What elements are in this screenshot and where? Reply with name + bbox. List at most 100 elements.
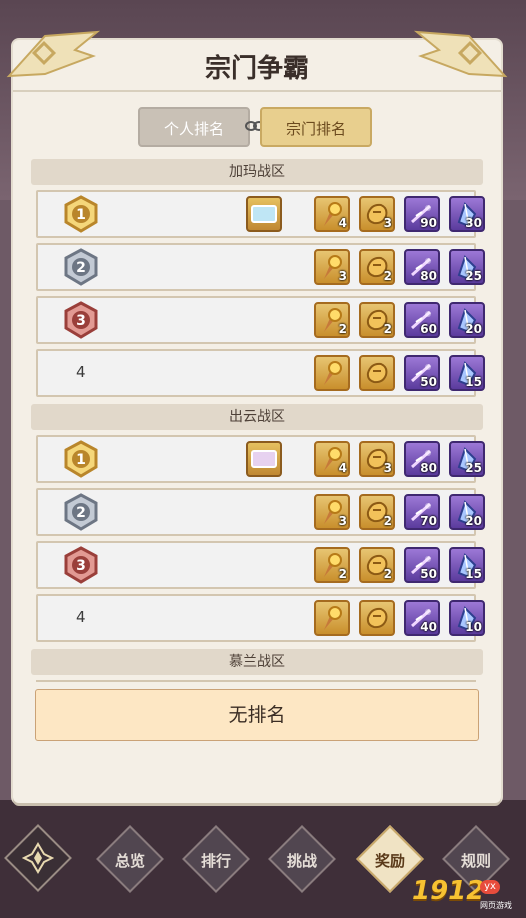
item-count: 3 (338, 269, 347, 283)
golden-fist-icon[interactable]: 2 (359, 547, 395, 583)
reward-row: 2 3 2 80 25 (36, 243, 485, 291)
avatar-frame-reward-icon[interactable] (246, 441, 282, 477)
golden-fist-icon[interactable] (359, 355, 395, 391)
golden-torch-icon[interactable]: 2 (314, 547, 350, 583)
nav-button[interactable]: 总览 (96, 825, 164, 893)
item-count: 25 (465, 461, 482, 475)
home-button[interactable] (0, 820, 76, 896)
nav-button-label: 总览 (114, 852, 145, 870)
blue-crystal-icon[interactable]: 25 (449, 441, 485, 477)
item-count: 15 (465, 567, 482, 581)
blue-crystal-icon[interactable]: 10 (449, 600, 485, 636)
purple-scroll-icon[interactable]: 50 (404, 547, 440, 583)
no-rank-bar: 无排名 (35, 689, 479, 741)
reward-row: 4 40 10 (36, 594, 485, 642)
tab-personal-ranking[interactable]: 个人排名 (138, 107, 250, 147)
nav-button-label: 规则 (460, 852, 491, 870)
item-count: 10 (465, 620, 482, 634)
item-count: 4 (338, 461, 347, 475)
purple-scroll-icon[interactable]: 80 (404, 249, 440, 285)
item-count: 2 (383, 567, 392, 581)
golden-torch-icon[interactable] (314, 600, 350, 636)
golden-fist-icon[interactable]: 2 (359, 249, 395, 285)
site-logo-badge: yx (480, 880, 500, 894)
item-count: 50 (420, 567, 437, 581)
item-count: 20 (465, 514, 482, 528)
item-count: 70 (420, 514, 437, 528)
purple-scroll-icon[interactable]: 90 (404, 196, 440, 232)
rank-number: 4 (76, 608, 86, 626)
golden-torch-icon[interactable]: 3 (314, 494, 350, 530)
golden-torch-icon[interactable] (314, 355, 350, 391)
golden-fist-icon[interactable]: 2 (359, 494, 395, 530)
zone-list-edge (36, 680, 476, 686)
reward-row: 2 3 2 70 20 (36, 488, 485, 536)
reward-row: 1 4 3 90 30 (36, 190, 485, 238)
site-logo-subtitle: 网页游戏 (480, 901, 512, 910)
golden-torch-icon[interactable]: 2 (314, 302, 350, 338)
blue-crystal-icon[interactable]: 25 (449, 249, 485, 285)
item-count: 60 (420, 322, 437, 336)
item-count: 40 (420, 620, 437, 634)
rank-number: 4 (76, 363, 86, 381)
item-count: 2 (383, 514, 392, 528)
purple-scroll-icon[interactable]: 80 (404, 441, 440, 477)
item-count: 4 (338, 216, 347, 230)
bronze-medal-icon: 3 (62, 301, 100, 339)
nav-button-label: 挑战 (286, 852, 317, 870)
nav-button[interactable]: 挑战 (268, 825, 336, 893)
item-count: 25 (465, 269, 482, 283)
item-count: 20 (465, 322, 482, 336)
blue-crystal-icon[interactable]: 20 (449, 302, 485, 338)
item-count: 2 (338, 567, 347, 581)
item-count: 80 (420, 461, 437, 475)
reward-panel: 宗门争霸 个人排名 宗门排名 加玛战区 1 4 3 90 30 2 3 2 80 25 3 … (6, 30, 508, 803)
golden-fist-icon[interactable]: 3 (359, 196, 395, 232)
nav-button-label: 排行 (200, 852, 231, 870)
purple-scroll-icon[interactable]: 40 (404, 600, 440, 636)
silver-medal-icon: 2 (62, 493, 100, 531)
item-count: 3 (383, 461, 392, 475)
gold-medal-icon: 1 (62, 440, 100, 478)
reward-row: 3 2 2 60 20 (36, 296, 485, 344)
purple-scroll-icon[interactable]: 60 (404, 302, 440, 338)
silver-medal-icon: 2 (62, 248, 100, 286)
bronze-medal-icon: 3 (62, 546, 100, 584)
item-count: 30 (465, 216, 482, 230)
item-count: 2 (383, 322, 392, 336)
zone-header: 慕兰战区 (31, 649, 483, 675)
site-logo: 1912 (412, 876, 485, 906)
blue-crystal-icon[interactable]: 15 (449, 355, 485, 391)
purple-scroll-icon[interactable]: 50 (404, 355, 440, 391)
blue-crystal-icon[interactable]: 15 (449, 547, 485, 583)
golden-fist-icon[interactable]: 2 (359, 302, 395, 338)
reward-row: 1 4 3 80 25 (36, 435, 485, 483)
sect-emblem-icon (22, 842, 54, 874)
zone-header: 加玛战区 (31, 159, 483, 185)
blue-crystal-icon[interactable]: 30 (449, 196, 485, 232)
svg-text:2: 2 (76, 505, 86, 521)
title-bar: 宗门争霸 (6, 30, 508, 92)
golden-fist-icon[interactable] (359, 600, 395, 636)
item-count: 3 (338, 514, 347, 528)
svg-text:1: 1 (76, 207, 86, 223)
item-count: 2 (383, 269, 392, 283)
item-count: 3 (383, 216, 392, 230)
svg-text:3: 3 (76, 558, 86, 574)
golden-torch-icon[interactable]: 4 (314, 196, 350, 232)
nav-button-label: 奖励 (374, 852, 405, 870)
avatar-frame-reward-icon[interactable] (246, 196, 282, 232)
purple-scroll-icon[interactable]: 70 (404, 494, 440, 530)
blue-crystal-icon[interactable]: 20 (449, 494, 485, 530)
svg-text:1: 1 (76, 452, 86, 468)
nav-button[interactable]: 排行 (182, 825, 250, 893)
svg-text:2: 2 (76, 260, 86, 276)
golden-fist-icon[interactable]: 3 (359, 441, 395, 477)
gold-medal-icon: 1 (62, 195, 100, 233)
item-count: 15 (465, 375, 482, 389)
tab-sect-ranking[interactable]: 宗门排名 (260, 107, 372, 147)
golden-torch-icon[interactable]: 4 (314, 441, 350, 477)
item-count: 80 (420, 269, 437, 283)
item-count: 50 (420, 375, 437, 389)
golden-torch-icon[interactable]: 3 (314, 249, 350, 285)
